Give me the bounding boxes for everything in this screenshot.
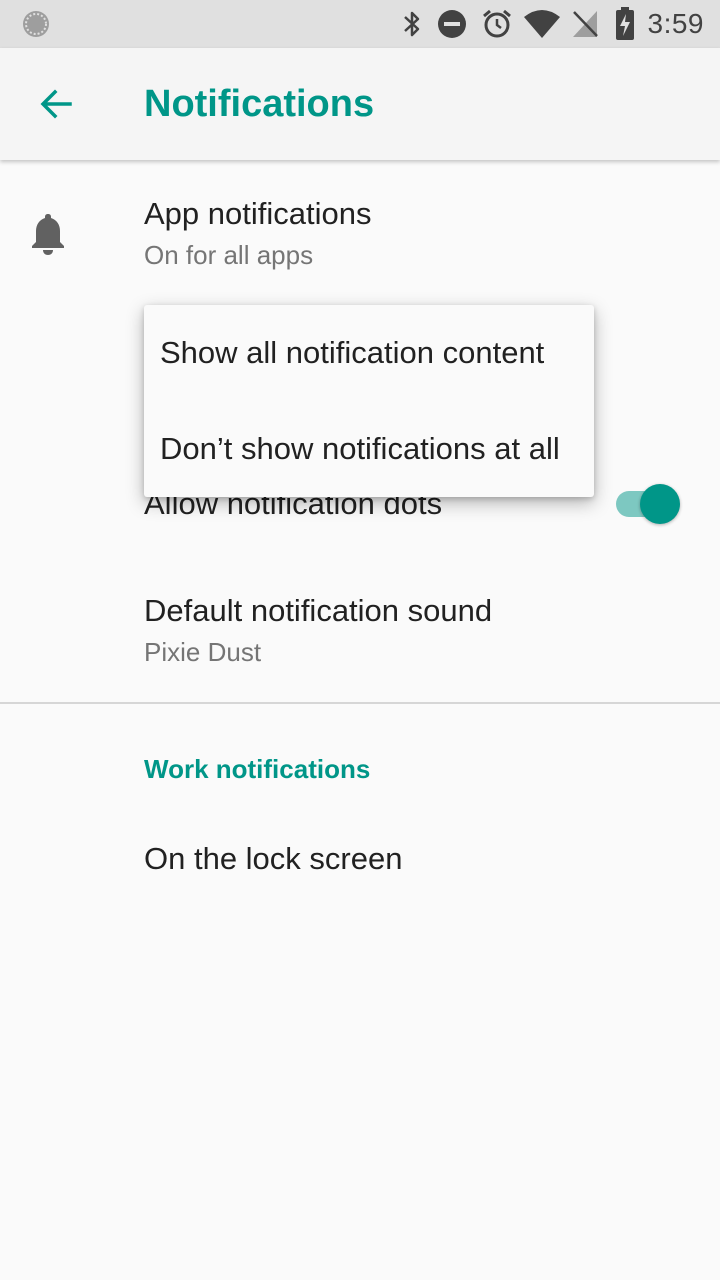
alarm-icon: [480, 0, 514, 48]
app-notifications-summary: On for all apps: [144, 240, 314, 270]
default-sound-summary: Pixie Dust: [144, 637, 262, 667]
page-title: Notifications: [144, 83, 375, 125]
wifi-icon: [522, 0, 562, 48]
back-button[interactable]: [16, 64, 96, 144]
status-bar: 3:59: [0, 0, 720, 48]
bell-icon: [32, 214, 64, 255]
arrow-back-icon: [40, 89, 72, 119]
status-time: 3:59: [647, 8, 704, 39]
divider: [0, 702, 720, 704]
no-signal-icon: [570, 0, 600, 48]
menu-item-dont-show[interactable]: Don’t show notifications at all: [144, 401, 594, 497]
work-notifications-header: Work notifications: [144, 754, 371, 784]
app-notifications-title: App notifications: [144, 196, 372, 231]
bluetooth-icon: [398, 0, 426, 48]
sync-icon: [20, 0, 52, 48]
menu-item-show-all[interactable]: Show all notification content: [144, 305, 594, 401]
battery-charging-icon: [612, 0, 638, 48]
do-not-disturb-icon: [436, 0, 468, 48]
switch-thumb: [640, 484, 680, 524]
lock-screen-title: On the lock screen: [144, 841, 403, 876]
popup-menu: Show all notification content Don’t show…: [144, 305, 594, 497]
default-sound-title: Default notification sound: [144, 593, 493, 628]
toolbar: Notifications: [0, 48, 720, 160]
notification-dots-switch[interactable]: [612, 482, 684, 526]
